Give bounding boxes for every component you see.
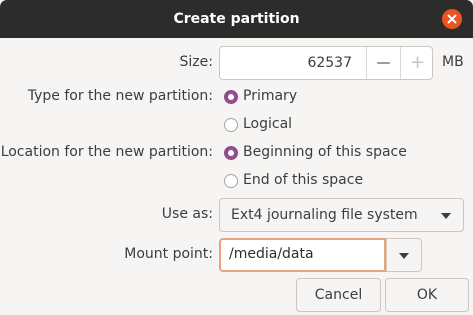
mount-point-value: /media/data	[229, 246, 314, 262]
size-input[interactable]: 62537	[220, 55, 352, 71]
type-primary-radio[interactable]	[224, 90, 238, 104]
type-logical-radio[interactable]	[224, 118, 238, 132]
dialog-title: Create partition	[173, 11, 300, 27]
use-as-label: Use as:	[161, 206, 213, 222]
minus-icon: —	[376, 55, 391, 71]
plus-icon: +	[409, 52, 426, 73]
mount-point-field[interactable]: /media/data	[219, 238, 386, 272]
size-decrement-button[interactable]: —	[366, 47, 400, 79]
location-end-label[interactable]: End of this space	[243, 172, 363, 188]
location-end-radio[interactable]	[224, 174, 238, 188]
type-primary-label[interactable]: Primary	[243, 88, 297, 104]
mount-point-label: Mount point:	[124, 246, 213, 262]
close-button[interactable]	[442, 9, 462, 29]
chevron-down-icon	[399, 253, 409, 259]
location-beginning-label[interactable]: Beginning of this space	[243, 144, 407, 160]
location-beginning-radio[interactable]	[224, 146, 238, 160]
size-label: Size:	[179, 54, 213, 70]
type-label: Type for the new partition:	[27, 88, 213, 104]
chevron-down-icon	[441, 213, 451, 219]
size-spinbutton: 62537 — +	[219, 46, 433, 80]
location-label: Location for the new partition:	[0, 144, 213, 160]
use-as-dropdown[interactable]: Ext4 journaling file system	[219, 198, 464, 232]
use-as-value: Ext4 journaling file system	[231, 207, 418, 223]
title-bar: Create partition	[0, 0, 473, 38]
create-partition-dialog: Create partition Size: 62537 — + MB Type…	[0, 0, 473, 315]
ok-button[interactable]: OK	[385, 278, 469, 312]
type-logical-label[interactable]: Logical	[243, 116, 292, 132]
size-increment-button[interactable]: +	[400, 47, 434, 79]
close-icon	[447, 14, 457, 24]
size-unit-label: MB	[442, 54, 464, 70]
cancel-button[interactable]: Cancel	[296, 278, 381, 312]
mount-point-dropdown-button[interactable]	[386, 238, 422, 272]
